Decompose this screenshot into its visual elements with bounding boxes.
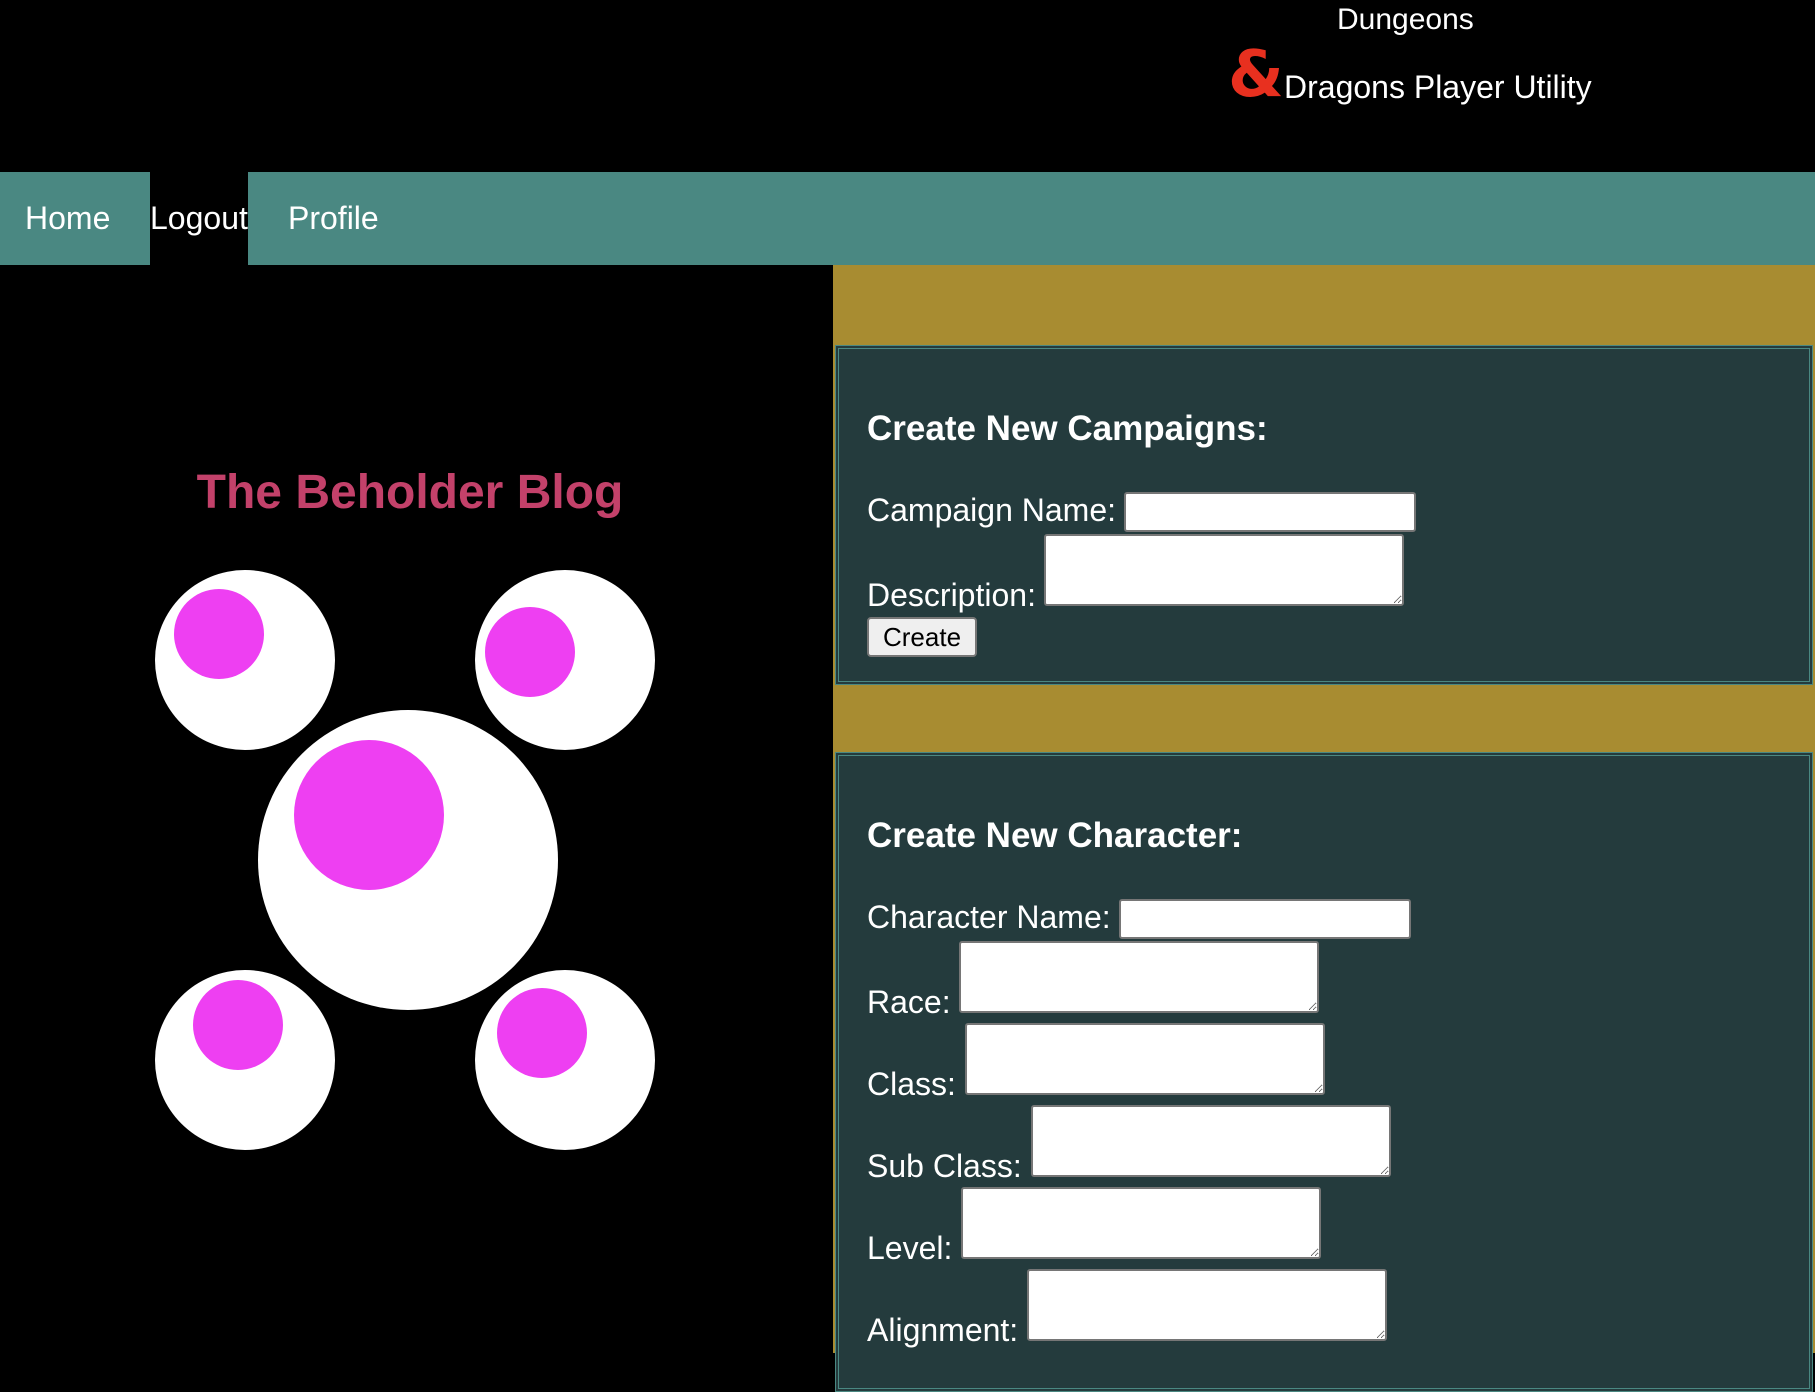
- nav-home-link[interactable]: Home: [25, 172, 110, 265]
- level-textarea[interactable]: [961, 1187, 1321, 1259]
- main-nav: Home Logout Profile: [0, 172, 1815, 265]
- iris-top-right: [485, 607, 575, 697]
- site-title-dungeons: Dungeons: [1337, 3, 1474, 36]
- class-textarea[interactable]: [965, 1023, 1325, 1095]
- campaign-name-label: Campaign Name:: [867, 492, 1116, 528]
- iris-center: [294, 740, 444, 890]
- subclass-label: Sub Class:: [867, 1148, 1022, 1184]
- class-label: Class:: [867, 1066, 956, 1102]
- iris-bottom-right: [497, 988, 587, 1078]
- create-campaign-button[interactable]: Create: [867, 617, 978, 657]
- character-form-card: Create New Character: Character Name: Ra…: [835, 752, 1813, 1392]
- level-label: Level:: [867, 1230, 953, 1266]
- character-name-input[interactable]: [1119, 899, 1411, 939]
- campaign-name-input[interactable]: [1124, 492, 1416, 532]
- character-name-label: Character Name:: [867, 899, 1111, 935]
- iris-top-left: [174, 589, 264, 679]
- forms-panel: Create New Campaigns: Campaign Name: Des…: [833, 265, 1815, 1392]
- site-title-dragons: Dragons Player Utility: [1284, 69, 1592, 105]
- campaign-form-heading: Create New Campaigns:: [867, 409, 1268, 448]
- beholder-logo-icon: [155, 570, 655, 1150]
- alignment-label: Alignment:: [867, 1312, 1019, 1348]
- nav-logout-link[interactable]: Logout: [150, 172, 248, 265]
- blog-title: The Beholder Blog: [196, 466, 624, 519]
- race-textarea[interactable]: [959, 941, 1319, 1013]
- alignment-textarea[interactable]: [1027, 1269, 1387, 1341]
- iris-bottom-left: [193, 980, 283, 1070]
- campaign-description-textarea[interactable]: [1044, 534, 1404, 606]
- site-header: Dungeons & Dragons Player Utility: [0, 0, 1815, 172]
- blog-panel: The Beholder Blog: [0, 265, 833, 1353]
- ampersand-logo: &: [1228, 38, 1284, 112]
- subclass-textarea[interactable]: [1031, 1105, 1391, 1177]
- campaign-description-label: Description:: [867, 577, 1036, 613]
- campaign-form-card: Create New Campaigns: Campaign Name: Des…: [835, 345, 1813, 685]
- nav-profile-link[interactable]: Profile: [288, 172, 379, 265]
- character-form-heading: Create New Character:: [867, 816, 1243, 855]
- race-label: Race:: [867, 984, 951, 1020]
